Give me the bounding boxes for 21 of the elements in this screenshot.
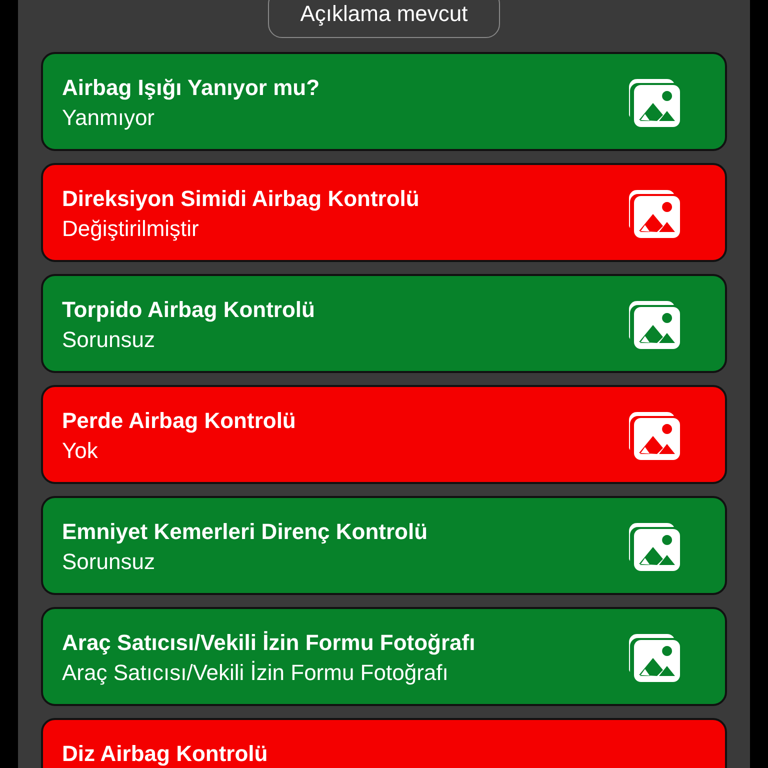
check-title: Diz Airbag Kontrolü bbox=[62, 741, 269, 767]
check-card[interactable]: Torpido Airbag Kontrolü Sorunsuz bbox=[41, 274, 727, 373]
check-title: Direksiyon Simidi Airbag Kontrolü bbox=[62, 186, 420, 212]
check-result: Yok bbox=[62, 438, 99, 464]
check-title: Torpido Airbag Kontrolü bbox=[62, 297, 316, 323]
check-card[interactable]: Araç Satıcısı/Vekili İzin Formu Fotoğrafı Araç Satıcısı/Vekili İzin Formu Fotoğrafı bbox=[41, 607, 727, 706]
check-title: Perde Airbag Kontrolü bbox=[62, 408, 297, 434]
check-result: Yanmıyor bbox=[62, 105, 156, 131]
check-card[interactable]: Airbag Işığı Yanıyor mu? Yanmıyor bbox=[41, 52, 727, 151]
check-result: Değiştirilmiştir bbox=[62, 216, 200, 242]
check-title: Emniyet Kemerleri Direnç Kontrolü bbox=[62, 519, 429, 545]
check-card[interactable]: Direksiyon Simidi Airbag Kontrolü Değiştirilmiştir bbox=[41, 163, 727, 262]
check-result: Araç Satıcısı/Vekili İzin Formu Fotoğrafı bbox=[62, 660, 450, 686]
check-result: Sorunsuz bbox=[62, 327, 156, 353]
check-result: Sorunsuz bbox=[62, 549, 156, 575]
check-title: Airbag Işığı Yanıyor mu? bbox=[62, 75, 321, 101]
check-title: Araç Satıcısı/Vekili İzin Formu Fotoğrafı bbox=[62, 630, 476, 656]
check-card[interactable]: Emniyet Kemerleri Direnç Kontrolü Sorunsuz bbox=[41, 496, 727, 595]
check-card[interactable]: Diz Airbag Kontrolü bbox=[41, 718, 727, 768]
description-button[interactable]: Açıklama mevcut bbox=[268, 0, 500, 38]
check-card[interactable]: Perde Airbag Kontrolü Yok bbox=[41, 385, 727, 484]
